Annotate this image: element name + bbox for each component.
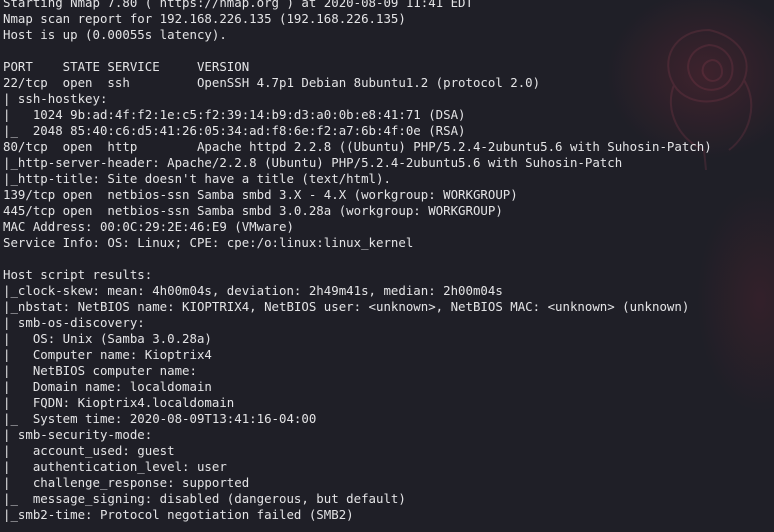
terminal-line: | Domain name: localdomain (3, 379, 212, 394)
terminal-line: |_http-title: Site doesn't have a title … (3, 171, 391, 186)
terminal-line: | OS: Unix (Samba 3.0.28a) (3, 331, 212, 346)
terminal-line: | Computer name: Kioptrix4 (3, 347, 212, 362)
terminal-line: |_ 2048 85:40:c6:d5:41:26:05:34:ad:f8:6e… (3, 123, 466, 138)
terminal-line: | NetBIOS computer name: (3, 363, 197, 378)
terminal-line: PORT STATE SERVICE VERSION (3, 59, 250, 74)
terminal-line: |_clock-skew: mean: 4h00m04s, deviation:… (3, 283, 503, 298)
terminal-line: | account_used: guest (3, 443, 175, 458)
terminal-window[interactable]: Starting Nmap 7.80 ( https://nmap.org ) … (0, 0, 774, 532)
terminal-line: |_nbstat: NetBIOS name: KIOPTRIX4, NetBI… (3, 299, 690, 314)
terminal-line: Host is up (0.00055s latency). (3, 27, 227, 42)
terminal-line: | ssh-hostkey: (3, 91, 108, 106)
terminal-line: Host script results: (3, 267, 153, 282)
terminal-line: | FQDN: Kioptrix4.localdomain (3, 395, 235, 410)
terminal-line: |_smb2-time: Protocol negotiation failed… (3, 507, 354, 522)
terminal-line: 445/tcp open netbios-ssn Samba smbd 3.0.… (3, 203, 503, 218)
terminal-line: MAC Address: 00:0C:29:2E:46:E9 (VMware) (3, 219, 294, 234)
terminal-line: | 1024 9b:ad:4f:f2:1e:c5:f2:39:14:b9:d3:… (3, 107, 466, 122)
terminal-line: | smb-security-mode: (3, 427, 153, 442)
terminal-line: Starting Nmap 7.80 ( https://nmap.org ) … (3, 0, 473, 10)
terminal-line: 22/tcp open ssh OpenSSH 4.7p1 Debian 8ub… (3, 75, 541, 90)
terminal-line: | challenge_response: supported (3, 475, 250, 490)
terminal-line: |_http-server-header: Apache/2.2.8 (Ubun… (3, 155, 623, 170)
terminal-line: 139/tcp open netbios-ssn Samba smbd 3.X … (3, 187, 518, 202)
terminal-line: |_ System time: 2020-08-09T13:41:16-04:0… (3, 411, 317, 426)
terminal-line: | smb-os-discovery: (3, 315, 145, 330)
terminal-line: |_ message_signing: disabled (dangerous,… (3, 491, 406, 506)
terminal-line: 80/tcp open http Apache httpd 2.2.8 ((Ub… (3, 139, 712, 154)
terminal-line: Nmap scan report for 192.168.226.135 (19… (3, 11, 406, 26)
terminal-line: | authentication_level: user (3, 459, 227, 474)
terminal-output: Starting Nmap 7.80 ( https://nmap.org ) … (3, 0, 712, 523)
terminal-line: Service Info: OS: Linux; CPE: cpe:/o:lin… (3, 235, 414, 250)
